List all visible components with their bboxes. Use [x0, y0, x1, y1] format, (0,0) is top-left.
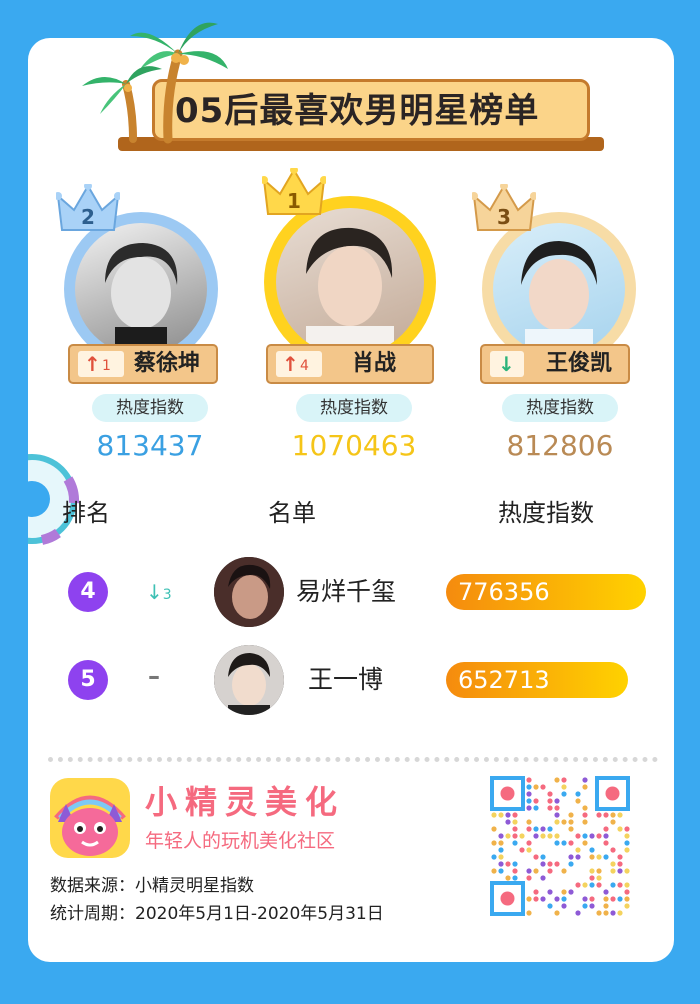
- portrait-illustration: [306, 227, 394, 356]
- delta-box: ↑ 4: [276, 351, 322, 377]
- name-plank: ↑ 1 蔡徐坤: [68, 344, 218, 384]
- arrow-up-icon: ↑: [84, 352, 101, 376]
- rank-badge: 5: [68, 660, 108, 700]
- heat-score: 812806: [506, 429, 614, 462]
- portrait-illustration: [521, 241, 597, 355]
- title-banner: 05后最喜欢男明星榜单: [0, 0, 700, 170]
- delta-box: ↓: [490, 351, 524, 377]
- brand-name: 小精灵美化: [145, 783, 346, 821]
- header-rank: 排名: [62, 499, 110, 527]
- arrow-down-icon: ↓: [498, 352, 515, 376]
- crown-gold-icon: 1: [262, 168, 326, 215]
- rank-badge: 4: [68, 572, 108, 612]
- rank-delta: 4: [300, 358, 309, 374]
- rank-delta-value: 3: [162, 587, 172, 603]
- statistics-period: 统计周期：2020年5月1日-2020年5月31日: [50, 904, 384, 924]
- heat-score: 652713: [458, 666, 550, 694]
- heat-bar: 776356: [446, 574, 646, 610]
- heat-score: 813437: [96, 429, 204, 462]
- name-plank: ↑ 4 肖战: [266, 344, 434, 384]
- celebrity-name: 王俊凯: [546, 351, 613, 376]
- no-change-dash-icon: –: [148, 662, 160, 690]
- avatar: [276, 208, 424, 356]
- arrow-up-icon: ↑: [282, 352, 299, 376]
- crown-bronze-icon: 3: [472, 184, 536, 231]
- heat-index-label: 热度指数: [296, 394, 412, 422]
- heat-score: 1070463: [291, 429, 417, 462]
- svg-text:3: 3: [497, 205, 511, 229]
- portrait-illustration: [214, 645, 284, 715]
- brand-slogan: 年轻人的玩机美化社区: [145, 830, 336, 852]
- data-source: 数据来源：小精灵明星指数: [50, 876, 254, 896]
- header-score: 热度指数: [498, 499, 594, 527]
- avatar: [214, 557, 284, 627]
- rank-delta: ↓3: [146, 580, 172, 607]
- arrow-down-icon: ↓: [146, 580, 163, 604]
- celebrity-name: 王一博: [308, 665, 384, 694]
- app-logo-icon: [50, 778, 130, 858]
- name-plank: ↓ 王俊凯: [480, 344, 630, 384]
- header-name: 名单: [268, 499, 316, 527]
- avatar: [214, 645, 284, 715]
- svg-text:2: 2: [81, 205, 95, 229]
- celebrity-name: 肖战: [352, 351, 397, 376]
- portrait-illustration: [214, 557, 284, 627]
- rank-delta: 1: [102, 358, 111, 374]
- delta-box: ↑ 1: [78, 351, 124, 377]
- avatar: [493, 223, 625, 355]
- palm-tree-icon: [82, 22, 228, 144]
- qr-code-icon[interactable]: [490, 776, 632, 918]
- heat-index-label: 热度指数: [92, 394, 208, 422]
- svg-text:1: 1: [287, 189, 301, 213]
- avatar: [75, 223, 207, 355]
- portrait-illustration: [105, 243, 178, 355]
- heat-index-label: 热度指数: [502, 394, 618, 422]
- celebrity-name: 蔡徐坤: [134, 351, 201, 376]
- crown-silver-icon: 2: [56, 184, 120, 231]
- heat-score: 776356: [458, 578, 550, 606]
- heat-bar: 652713: [446, 662, 628, 698]
- celebrity-name: 易烊千玺: [296, 577, 397, 606]
- dotted-divider: [48, 757, 658, 762]
